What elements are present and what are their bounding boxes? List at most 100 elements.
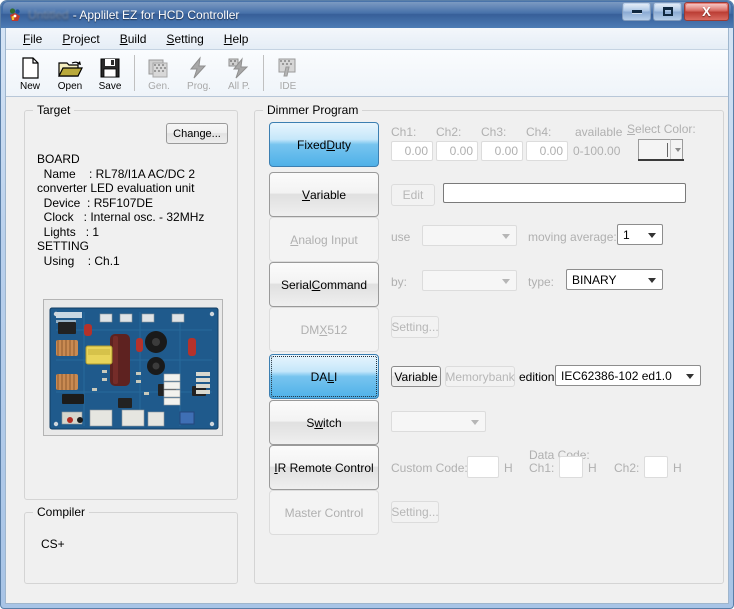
select-color-underline [638,159,684,161]
analog-use-combo[interactable] [422,225,517,246]
custom-code-label: Custom Code: [391,461,468,475]
serial-by-label: by: [391,275,408,289]
dali-memorybank-button[interactable]: Memorybank [445,366,515,387]
moving-average-label: moving average: [528,230,617,244]
new-document-icon [17,56,43,80]
menu-project[interactable]: Project [53,29,108,49]
ir-ch1-input[interactable] [559,456,583,478]
serial-type-value: BINARY [572,272,617,287]
toolbar-ide-label: IDE [279,81,297,92]
dali-edition-label: edition: [519,370,558,384]
client-area: File Project Build Setting Help New Open… [5,28,729,604]
ch3-label: Ch3: [481,125,507,139]
mode-button-analog-input[interactable]: Analog Input [269,217,379,262]
ch1-input[interactable]: 0.00 [391,141,433,161]
toolbar-generate-label: Gen. [148,81,170,92]
menu-help[interactable]: Help [215,29,258,49]
ch3-input[interactable]: 0.00 [481,141,523,161]
select-color-combo[interactable] [638,139,684,161]
ir-ch2-label: Ch2: [614,461,640,475]
window-title-document: Untitled [28,7,69,22]
mode-button-ir-remote-control[interactable]: IR Remote Control [269,445,379,490]
toolbar-save-button[interactable]: Save [90,53,130,95]
mode-button-variable[interactable]: Variable [269,172,379,217]
chevron-down-icon [502,278,510,284]
select-color-caret [667,143,668,157]
toolbar-save-label: Save [98,81,122,92]
variable-edit-button[interactable]: Edit [391,184,435,206]
open-folder-icon [57,56,83,80]
title-bar: Untitled - Applilet EZ for HCD Controlle… [1,1,733,28]
maximize-button[interactable] [653,2,682,21]
serial-by-combo[interactable] [422,270,517,291]
change-target-button[interactable]: Change... [166,123,228,144]
toolbar-generate-button[interactable]: Gen. [139,53,179,95]
chevron-down-icon [648,277,656,283]
mode-button-master-control[interactable]: Master Control [269,490,379,535]
close-icon: X [702,4,711,19]
target-panel: Target Change... BOARD Name : RL78/I1A A… [24,103,238,500]
chevron-down-icon [502,233,510,239]
toolbar-open-label: Open [57,81,83,92]
dmx512-setting-button[interactable]: Setting... [391,316,439,338]
ch4-input[interactable]: 0.00 [526,141,568,161]
toolbar-new-button[interactable]: New [10,53,50,95]
toolbar-all-program-button[interactable]: All P. [219,53,259,95]
target-panel-legend: Target [33,103,75,117]
ir-ch1-label: Ch1: [529,461,555,475]
toolbar-separator-2 [263,55,264,91]
variable-path-input[interactable] [443,183,686,203]
chevron-down-icon [686,373,694,379]
minimize-icon [623,3,650,20]
mode-button-dali[interactable]: DA L I [269,354,379,399]
mode-button-switch[interactable]: Sw itch [269,400,379,445]
mode-button-dmx512[interactable]: DM X 512 [269,307,379,352]
minimize-button[interactable] [622,2,651,21]
dali-edition-value: IEC62386-102 ed1.0 [561,368,672,383]
close-button[interactable]: X [684,2,729,21]
serial-type-combo[interactable]: BINARY [566,269,663,290]
compiler-panel-legend: Compiler [33,505,90,519]
board-photo [43,299,223,436]
ir-ch2-unit: H [673,461,682,475]
menu-setting[interactable]: Setting [157,29,212,49]
app-icon [7,7,23,23]
serial-type-label: type: [528,275,555,289]
master-control-setting-button[interactable]: Setting... [391,501,439,523]
menu-file[interactable]: File [14,29,51,49]
toolbar-program-button[interactable]: Prog. [179,53,219,95]
toolbar-ide-button[interactable]: IDE [268,53,308,95]
select-color-combo-arrow[interactable] [670,139,683,160]
compiler-value: CS+ [41,537,65,551]
dali-edition-combo[interactable]: IEC62386-102 ed1.0 [555,365,701,386]
toolbar: New Open Save Gen. Prog. All P. IDE [6,50,728,97]
chevron-down-icon [471,419,479,425]
program-flash-icon [186,56,212,80]
window-title-app: - Applilet EZ for HCD Controller [72,7,240,22]
custom-code-input[interactable] [467,456,499,478]
window-title: Untitled - Applilet EZ for HCD Controlle… [28,8,239,22]
switch-combo[interactable] [391,411,486,432]
maximize-icon [654,3,681,20]
toolbar-separator [134,55,135,91]
toolbar-open-button[interactable]: Open [50,53,90,95]
ch4-label: Ch4: [526,125,552,139]
ch2-input[interactable]: 0.00 [436,141,478,161]
ch1-label: Ch1: [391,125,417,139]
mode-button-serial-command[interactable]: Serial Command [269,262,379,307]
dali-variable-button[interactable]: Variable [391,366,441,387]
mode-button-fixed-duty[interactable]: Fixed Duty [269,122,379,167]
target-board-info: BOARD Name : RL78/I1A AC/DC 2 converter … [37,152,205,268]
moving-average-combo[interactable]: 1 [617,224,663,245]
toolbar-new-label: New [19,81,40,92]
analog-use-label: use [391,230,411,244]
ir-ch2-input[interactable] [644,456,668,478]
moving-average-value: 1 [623,227,630,242]
compiler-panel: Compiler CS+ [24,505,238,584]
menu-build[interactable]: Build [111,29,156,49]
toolbar-program-label: Prog. [187,81,211,92]
generate-icon [146,56,172,80]
ide-icon [275,56,301,80]
menu-bar: File Project Build Setting Help [6,28,728,50]
available-label: available [575,125,623,139]
